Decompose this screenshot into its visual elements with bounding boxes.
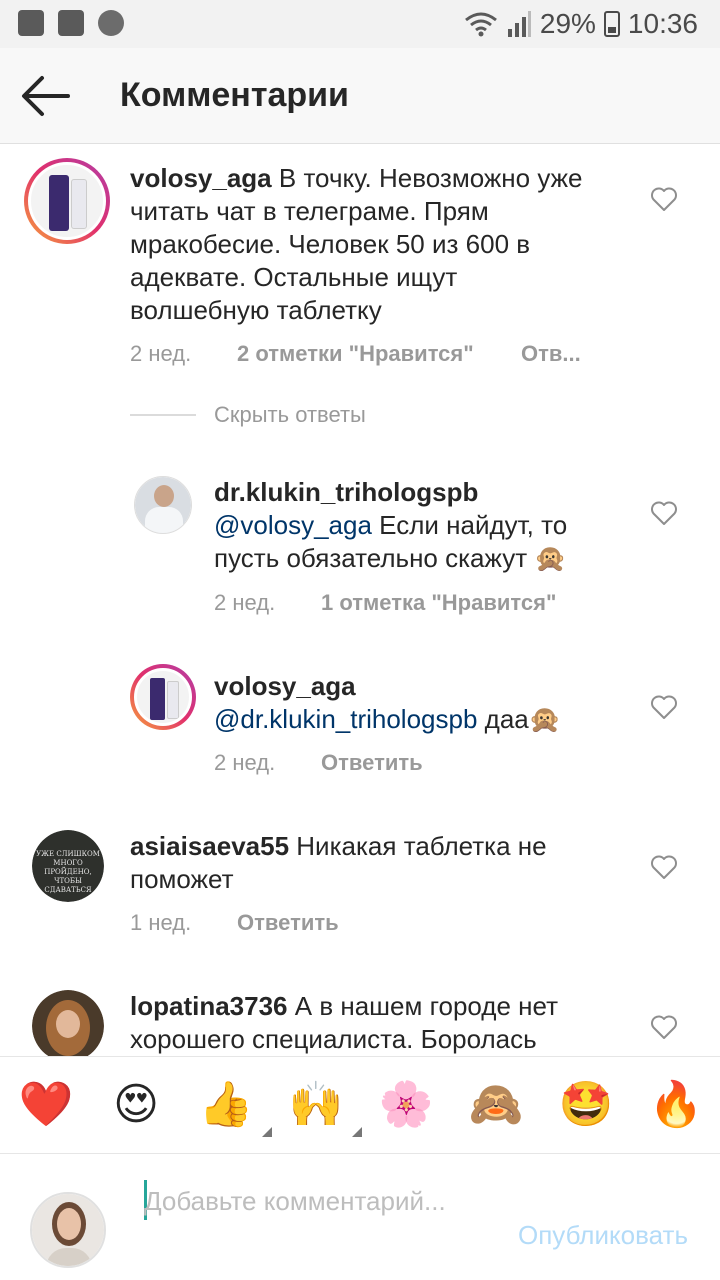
notification-icons <box>18 10 124 36</box>
clock: 10:36 <box>627 8 698 39</box>
shazam-notification-icon <box>98 10 124 36</box>
comment-time: 2 нед. <box>214 590 276 615</box>
activity-notification-icon <box>58 10 84 36</box>
emoji-fire-button[interactable]: 🔥 <box>648 1079 704 1131</box>
emoji-thumbs-up-button[interactable]: 👍 <box>198 1079 272 1137</box>
arrow-left-icon <box>22 76 70 116</box>
avatar[interactable]: УЖЕ СЛИШКОМ МНОГО ПРОЙДЕНО, ЧТОБЫ СДАВАТ… <box>32 830 104 902</box>
comment: lopatina3736 А в нашем городе нет хороше… <box>0 980 720 1056</box>
reply-button[interactable]: Ответить <box>237 910 339 936</box>
avatar[interactable] <box>24 158 110 244</box>
wifi-icon <box>464 12 497 37</box>
comment: volosy_aga В точку. Невозможно уже читат… <box>0 144 720 384</box>
like-heart-icon[interactable] <box>650 694 678 720</box>
emoji-star-struck-button[interactable]: 🤩 <box>558 1079 614 1131</box>
mention-link[interactable]: @volosy_aga <box>214 510 372 540</box>
comment-meta: 2 нед. 2 отметки "Нравится" Отв... <box>130 341 581 367</box>
emoji-thumbs-up: 👍 <box>198 1079 254 1130</box>
comments-list[interactable]: volosy_aga В точку. Невозможно уже читат… <box>0 144 720 1056</box>
comment-body: даа🙊 <box>484 704 562 734</box>
avatar[interactable] <box>130 664 196 730</box>
mention-link[interactable]: @dr.klukin_trihologspb <box>214 704 477 734</box>
like-heart-icon[interactable] <box>650 854 678 880</box>
avatar[interactable] <box>32 990 104 1056</box>
status-bar: 29% 10:36 <box>0 0 720 48</box>
comment-time: 1 нед. <box>130 910 192 935</box>
system-indicators: 29% 10:36 <box>464 8 698 40</box>
divider <box>130 414 196 416</box>
comment-time: 2 нед. <box>214 750 276 775</box>
emoji-raised-hands: 🙌 <box>288 1079 344 1130</box>
comment-meta: 1 нед. Ответить <box>130 910 339 936</box>
avatar-caption: УЖЕ СЛИШКОМ МНОГО ПРОЙДЕНО, ЧТОБЫ СДАВАТ… <box>36 850 100 894</box>
skin-tone-indicator-icon <box>352 1127 362 1137</box>
emoji-raised-hands-button[interactable]: 🙌 <box>288 1079 362 1137</box>
comment-text: volosy_aga В точку. Невозможно уже читат… <box>130 162 600 327</box>
publish-button[interactable]: Опубликовать <box>518 1220 688 1251</box>
battery-icon <box>603 11 620 37</box>
skin-tone-indicator-icon <box>262 1127 272 1137</box>
reply-comment: volosy_aga @dr.klukin_trihologspb даа🙊 2… <box>0 660 720 790</box>
comment-text: asiaisaeva55 Никакая таблетка не поможет <box>130 830 600 896</box>
app-bar: Комментарии <box>0 48 720 144</box>
gallery-notification-icon <box>18 10 44 36</box>
likes-count-link[interactable]: 1 отметка "Нравится" <box>321 590 556 616</box>
comment-text: dr.klukin_trihologspb @volosy_aga Если н… <box>214 476 614 575</box>
comment-username[interactable]: volosy_aga <box>214 670 614 703</box>
comment-username[interactable]: lopatina3736 <box>130 991 288 1021</box>
comment-meta: 2 нед. Ответить <box>214 750 423 776</box>
signal-icon <box>507 11 531 37</box>
comment-text: lopatina3736 А в нашем городе нет хороше… <box>130 990 600 1056</box>
quick-emoji-bar: ❤️ 😍 👍 🙌 🌸 🙈 🤩 🔥 <box>0 1056 720 1154</box>
page-title: Комментарии <box>120 76 349 114</box>
hide-replies-label: Скрыть ответы <box>214 402 366 427</box>
like-heart-icon[interactable] <box>650 1014 678 1040</box>
likes-count-link[interactable]: 2 отметки "Нравится" <box>237 341 521 367</box>
comment-username[interactable]: asiaisaeva55 <box>130 831 289 861</box>
comment-text: volosy_aga @dr.klukin_trihologspb даа🙊 <box>214 670 614 736</box>
emoji-cherry-blossom-button[interactable]: 🌸 <box>378 1079 434 1131</box>
reply-button[interactable]: Ответить <box>321 750 423 776</box>
emoji-heart-button[interactable]: ❤️ <box>18 1079 74 1131</box>
reply-button[interactable]: Отв... <box>521 341 581 367</box>
back-button[interactable] <box>18 70 78 122</box>
current-user-avatar <box>30 1192 106 1268</box>
like-heart-icon[interactable] <box>650 186 678 212</box>
like-heart-icon[interactable] <box>650 500 678 526</box>
hide-replies-button[interactable]: Скрыть ответы <box>130 402 366 428</box>
comment-username[interactable]: volosy_aga <box>130 163 272 193</box>
emoji-heart-eyes-button[interactable]: 😍 <box>108 1079 164 1131</box>
comment-input[interactable]: Добавьте комментарий... <box>144 1184 474 1218</box>
avatar[interactable] <box>134 476 192 534</box>
emoji-see-no-evil-button[interactable]: 🙈 <box>468 1079 524 1131</box>
comment-username[interactable]: dr.klukin_trihologspb <box>214 476 614 509</box>
battery-percent: 29% <box>539 8 596 39</box>
comment-time: 2 нед. <box>130 341 192 366</box>
comment-composer: Добавьте комментарий... Опубликовать <box>0 1154 720 1280</box>
reply-comment: dr.klukin_trihologspb @volosy_aga Если н… <box>0 466 720 626</box>
comment: УЖЕ СЛИШКОМ МНОГО ПРОЙДЕНО, ЧТОБЫ СДАВАТ… <box>0 820 720 950</box>
comment-meta: 2 нед. 1 отметка "Нравится" <box>214 590 556 616</box>
